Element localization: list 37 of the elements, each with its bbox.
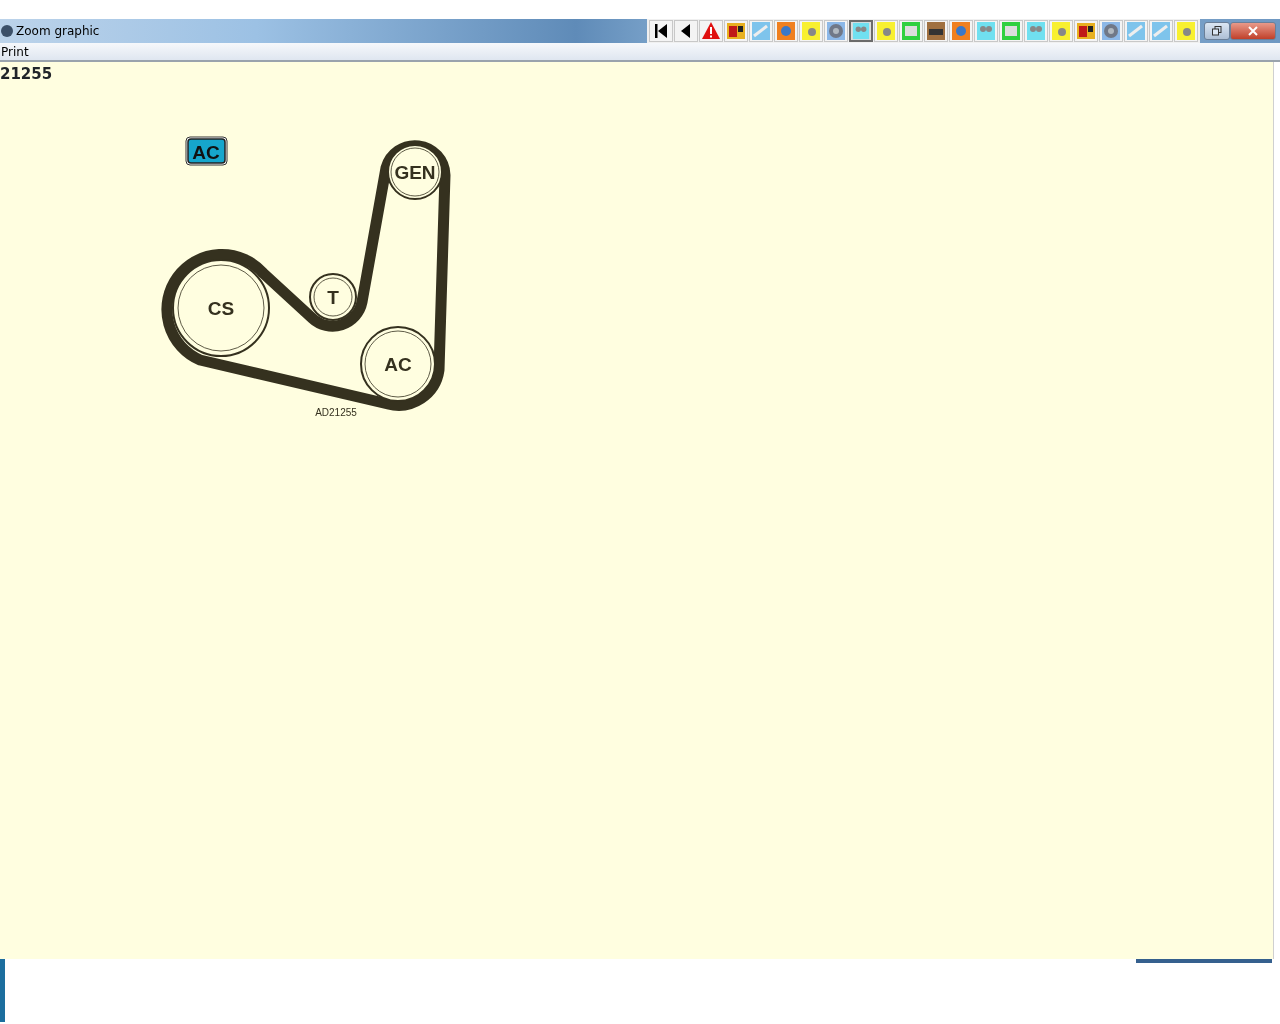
toolbar-button[interactable] [674,20,698,42]
toolbar-button[interactable] [1074,20,1098,42]
block-icon [726,21,746,41]
block-icon [1076,21,1096,41]
screen-icon [901,21,921,41]
screen-icon [1001,21,1021,41]
close-button[interactable] [1230,22,1276,40]
window-title: Zoom graphic [16,23,100,40]
menu-item[interactable]: Print [0,42,30,61]
pulley-label: T [327,287,339,308]
taskbar-edge [0,959,5,1022]
pulley-label: GEN [394,162,436,183]
restore-button[interactable] [1204,22,1230,40]
legend-label: AC [192,142,220,163]
stripe-icon [1151,21,1171,41]
stripe-icon [751,21,771,41]
toolbar-button[interactable] [924,20,948,42]
globe-icon [776,21,796,41]
globe-icon [951,21,971,41]
pulley-drawing [309,273,357,321]
toolbar-button[interactable] [649,20,673,42]
pulley-drawing [387,144,443,200]
warning-icon [701,21,721,41]
close-icon [1248,26,1258,36]
scroll-bar[interactable] [1136,959,1272,963]
app-icon [1,25,13,37]
restore-icon [1212,26,1222,36]
toolbar-button[interactable] [724,20,748,42]
stripe-icon [1126,21,1146,41]
bar-tile-icon [926,21,946,41]
disc-icon [826,21,846,41]
pulley-label: CS [207,298,235,319]
disc-icon [1101,21,1121,41]
graphic-number: 21255 [0,64,54,84]
pulley-label: AC [384,354,412,375]
figure-code: AD21255 [315,407,357,418]
legend-badge [185,136,228,166]
